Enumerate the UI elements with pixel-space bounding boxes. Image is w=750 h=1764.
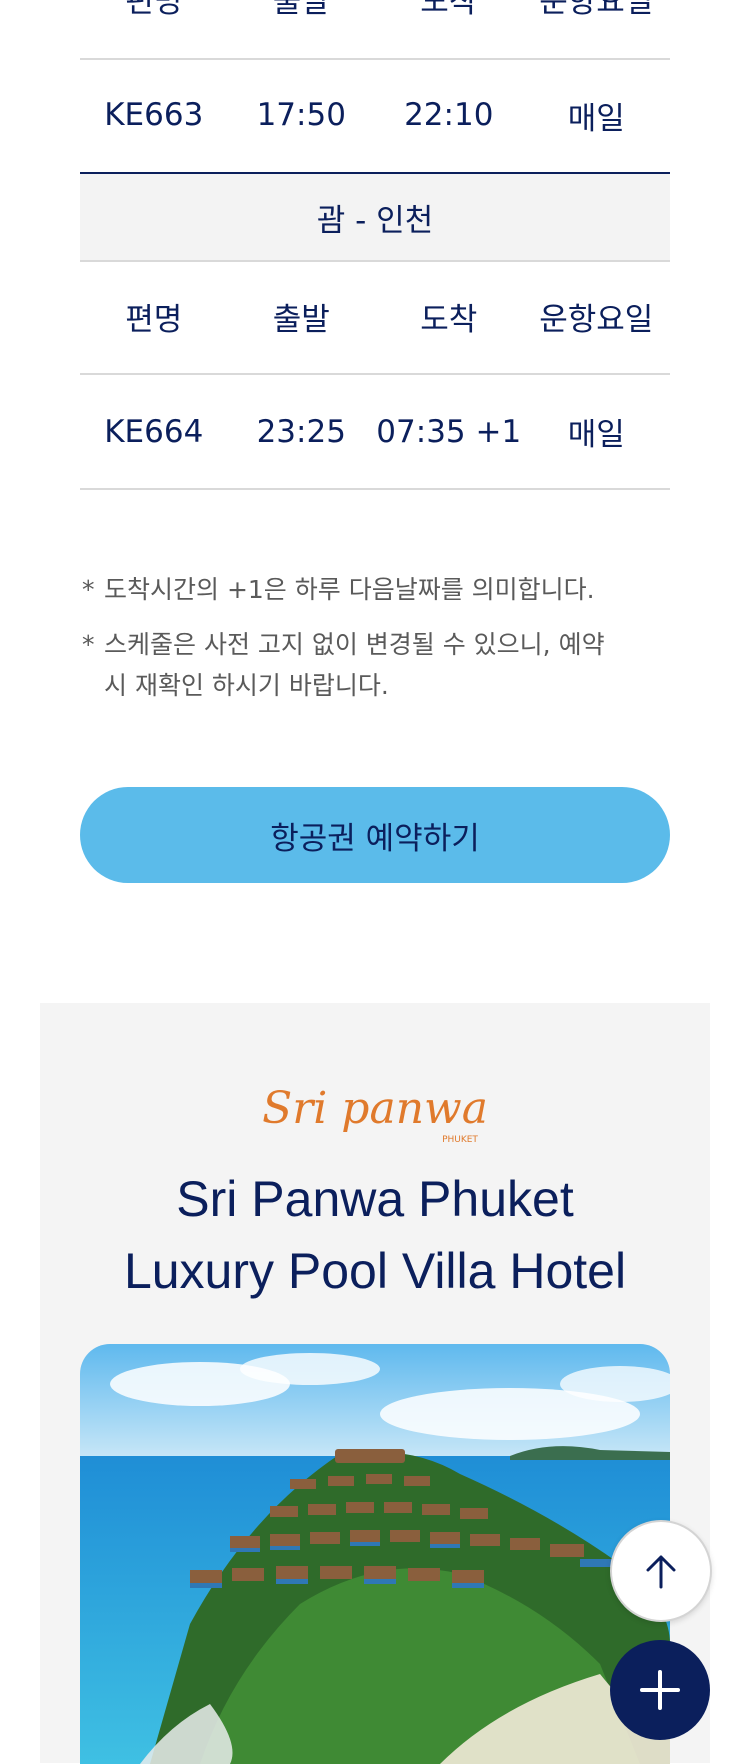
book-flight-button[interactable]: 항공권 예약하기 [80,787,670,883]
table-header-row: 편명 출발 도착 운항요일 [80,260,670,375]
arrival-time: 07:35 +1 [376,413,522,450]
flight-number: KE663 [104,97,204,133]
hotel-title-line: Sri Panwa Phuket [176,1171,574,1227]
hotel-card: Sri panwa PHUKET Sri Panwa Phuket Luxury… [40,1003,710,1764]
table-row: KE664 23:25 07:35 +1 매일 [80,375,670,490]
schedule-notes: * 도착시간의 +1은 하루 다음날짜를 의미합니다. * 스케줄은 사전 고지… [82,569,662,706]
header-days: 운항요일 [539,0,654,20]
header-departure: 출발 [272,302,330,338]
header-flight-no: 편명 [125,302,183,338]
table-header-row: 편명 출발 도착 운항요일 [80,0,670,60]
note-text: 도착시간의 +1은 하루 다음날짜를 의미합니다. [104,575,595,604]
departure-time: 17:50 [256,97,346,133]
arrow-up-icon [646,1555,676,1589]
note-mark: * [82,630,95,659]
hotel-photo [80,1344,670,1764]
route-section-header: 괌 - 인천 [80,172,670,262]
route-title: 괌 - 인천 [316,202,434,239]
flight-number: KE664 [104,413,204,450]
operating-days: 매일 [567,417,625,453]
note-mark: * [82,575,95,604]
hotel-title-line: Luxury Pool Villa Hotel [123,1243,627,1299]
hotel-title: Sri Panwa Phuket Luxury Pool Villa Hotel [40,1163,710,1307]
note-text: 시 재확인 하시기 바랍니다. [104,671,389,700]
header-days: 운항요일 [539,302,654,338]
logo-text: Sri panwa [262,1083,488,1134]
header-arrival: 도착 [420,0,478,20]
open-menu-button[interactable] [610,1640,710,1740]
note-item: * 도착시간의 +1은 하루 다음날짜를 의미합니다. [82,569,662,610]
header-arrival: 도착 [420,302,478,338]
note-item: * 스케줄은 사전 고지 없이 변경될 수 있으니, 예약 시 재확인 하시기 … [82,624,662,706]
table-row: KE663 17:50 22:10 매일 [80,58,670,174]
plus-icon [640,1670,680,1710]
header-flight-no: 편명 [125,0,183,20]
scroll-to-top-button[interactable] [610,1520,712,1622]
hotel-photo-illustration [80,1344,670,1764]
departure-time: 23:25 [256,413,346,450]
logo-subtext: PHUKET [442,1135,478,1145]
header-departure: 출발 [272,0,330,20]
note-text: 스케줄은 사전 고지 없이 변경될 수 있으니, 예약 [104,630,605,659]
operating-days: 매일 [567,100,625,137]
arrival-time: 22:10 [404,97,494,133]
hotel-logo: Sri panwa PHUKET [262,1083,488,1145]
